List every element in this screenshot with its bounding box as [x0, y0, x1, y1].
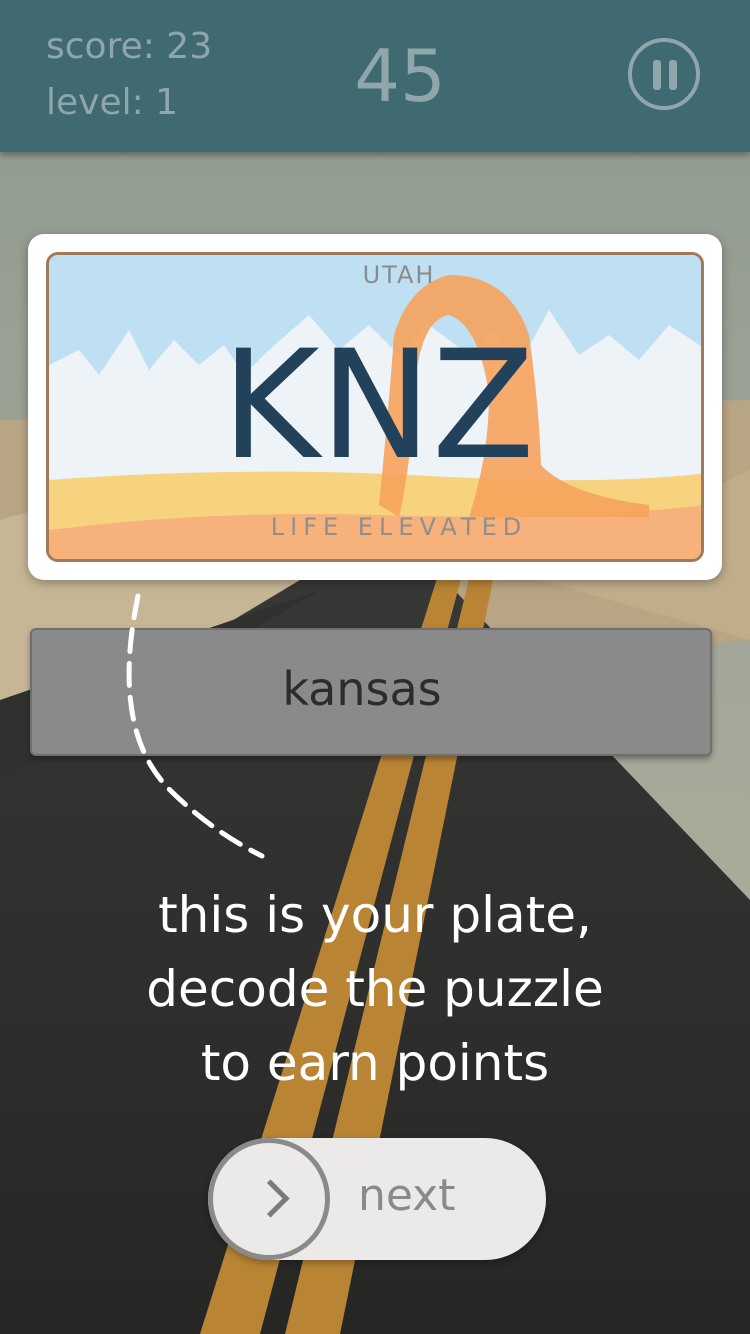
chevron-right-icon: [251, 1179, 290, 1218]
tutorial-tip: this is your plate, decode the puzzle to…: [0, 878, 750, 1100]
next-button[interactable]: next: [208, 1138, 546, 1260]
tip-line-2: decode the puzzle: [146, 960, 604, 1018]
tutorial-dashed-arrow: [126, 593, 265, 859]
next-label: next: [358, 1170, 456, 1221]
tip-line-3: to earn points: [200, 1034, 550, 1092]
tip-line-1: this is your plate,: [158, 886, 592, 944]
next-knob[interactable]: [208, 1138, 330, 1260]
